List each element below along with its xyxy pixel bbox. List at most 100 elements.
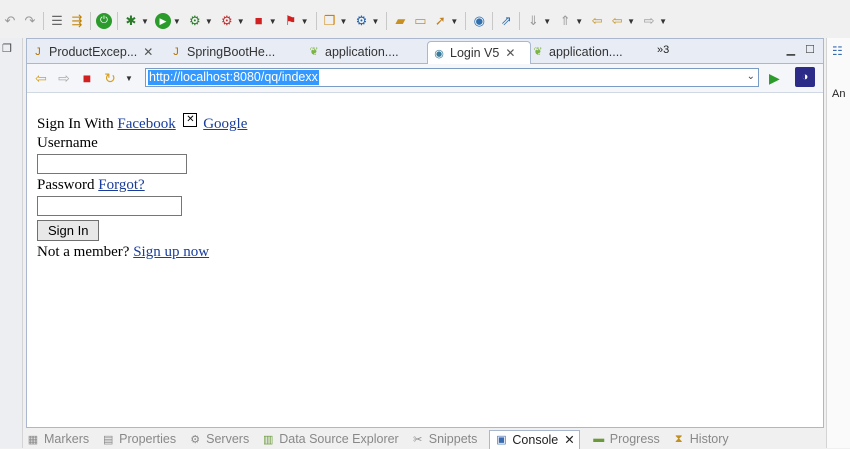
signin-button[interactable]: Sign In <box>37 220 100 241</box>
servers-icon: ⚙ <box>190 433 201 446</box>
google-link[interactable]: Google <box>203 116 247 132</box>
password-label: Password <box>37 177 95 193</box>
refresh-icon[interactable]: ↻ <box>102 70 118 86</box>
username-input[interactable] <box>37 154 187 174</box>
left-side-panel: ❐ <box>0 38 23 448</box>
login-page: Sign In With Facebook ✕ Google Username … <box>37 111 247 262</box>
close-icon[interactable]: ✕ <box>143 45 153 59</box>
tab-productexception[interactable]: J ProductExcep... ✕ <box>31 41 161 62</box>
stop-icon[interactable]: ■ <box>251 13 267 29</box>
tab-data-source-explorer[interactable]: ▥ Data Source Explorer <box>261 432 399 446</box>
restore-icon[interactable]: ❐ <box>2 42 12 55</box>
undo-icon[interactable]: ↶ <box>2 13 18 29</box>
new-project-icon[interactable]: ❒ <box>322 13 338 29</box>
folder-icon[interactable]: ▭ <box>412 13 428 29</box>
tab-history[interactable]: ⧗ History <box>672 432 729 446</box>
tab-login-v5[interactable]: ◉ Login V5 ✕ <box>427 41 531 65</box>
chevron-down-icon[interactable]: ▼ <box>543 17 551 26</box>
open-type-icon[interactable]: ⚙ <box>353 13 369 29</box>
tab-servers[interactable]: ⚙ Servers <box>188 432 249 446</box>
chevron-down-icon[interactable]: ▼ <box>125 74 133 83</box>
rocket-icon[interactable]: ➚ <box>432 13 448 29</box>
right-side-panel: ☷ An <box>826 38 850 448</box>
username-label: Username <box>37 135 98 151</box>
next-annotation-icon[interactable]: ⇓ <box>525 13 541 29</box>
eclipse-icon[interactable]: ◑ <box>795 67 815 87</box>
java-file-icon: J <box>35 45 41 58</box>
signup-link[interactable]: Sign up now <box>133 244 209 260</box>
forward-history-icon[interactable]: ⇨ <box>641 13 657 29</box>
chevron-down-icon[interactable]: ▼ <box>173 17 181 26</box>
stop-icon[interactable]: ■ <box>79 70 95 86</box>
signup-row: Not a member? Sign up now <box>37 243 247 262</box>
tab-properties[interactable]: ▤ Properties <box>101 432 176 446</box>
menu-icon[interactable]: ☰ <box>49 13 65 29</box>
tab-progress[interactable]: ▬ Progress <box>592 432 660 446</box>
tab-label: Login V5 <box>450 46 500 60</box>
chevron-down-icon[interactable]: ▼ <box>450 17 458 26</box>
leaf-icon: ❦ <box>533 46 543 58</box>
go-icon[interactable]: ▶ <box>769 70 780 87</box>
chevron-down-icon[interactable]: ⌄ <box>747 71 755 82</box>
globe-icon: ◉ <box>434 47 444 60</box>
datasource-icon: ▥ <box>263 433 274 446</box>
minimize-icon[interactable]: ▁ <box>787 43 795 56</box>
close-icon[interactable]: ✕ <box>505 46 515 60</box>
tab-label: Console <box>512 432 559 447</box>
save-all-icon[interactable]: ⇶ <box>69 13 85 29</box>
tab-label: application.... <box>325 44 399 59</box>
social-signin-row: Sign In With Facebook ✕ Google <box>37 113 247 134</box>
chevron-down-icon[interactable]: ▼ <box>141 17 149 26</box>
tab-overflow-button[interactable]: »3 <box>657 44 669 56</box>
chevron-down-icon[interactable]: ▼ <box>575 17 583 26</box>
stop-config-icon[interactable]: ⚙ <box>219 13 235 29</box>
maximize-icon[interactable]: ☐ <box>805 43 815 56</box>
chevron-down-icon[interactable]: ▼ <box>627 17 635 26</box>
chevron-down-icon[interactable]: ▼ <box>301 17 309 26</box>
toolbar-separator <box>519 12 521 30</box>
external-tools-icon[interactable]: ⇗ <box>498 13 514 29</box>
toolbar-separator <box>117 12 118 30</box>
tab-springboothelper[interactable]: J SpringBootHe... <box>169 41 299 62</box>
tab-label: application.... <box>549 44 623 59</box>
forgot-link[interactable]: Forgot? <box>98 177 144 193</box>
tab-console[interactable]: ▣ Console ✕ <box>489 429 580 449</box>
password-input[interactable] <box>37 196 182 216</box>
chevron-down-icon[interactable]: ▼ <box>269 17 277 26</box>
chevron-down-icon[interactable]: ▼ <box>237 17 245 26</box>
close-icon[interactable]: ✕ <box>564 432 574 447</box>
leaf-icon: ❦ <box>309 46 319 58</box>
not-member-label: Not a member? <box>37 244 130 260</box>
redo-icon[interactable]: ↷ <box>22 13 38 29</box>
toolbar-separator <box>43 12 44 30</box>
back-history-icon[interactable]: ⇦ <box>609 13 625 29</box>
last-edit-icon[interactable]: ⇦ <box>589 13 605 29</box>
outline-icon[interactable]: ☷ <box>832 44 843 58</box>
url-bar[interactable]: http://localhost:8080/qq/indexx ⌄ <box>145 68 759 87</box>
chevron-down-icon[interactable]: ▼ <box>340 17 348 26</box>
run-icon[interactable]: ▶ <box>154 13 171 29</box>
chevron-down-icon[interactable]: ▼ <box>659 17 667 26</box>
prev-annotation-icon[interactable]: ⇑ <box>557 13 573 29</box>
chevron-down-icon[interactable]: ▼ <box>205 17 213 26</box>
tab-label: SpringBootHe... <box>187 44 276 59</box>
run-config-icon[interactable]: ⚙ <box>187 13 203 29</box>
editor-tab-bar: J ProductExcep... ✕ J SpringBootHe... ❦ … <box>27 39 823 65</box>
chevron-down-icon[interactable]: ▼ <box>371 17 379 26</box>
back-icon[interactable]: ⇦ <box>33 70 49 86</box>
stop-server-icon[interactable]: ⚑ <box>283 13 299 29</box>
forward-icon[interactable]: ⇨ <box>56 70 72 86</box>
debug-icon[interactable]: ✱ <box>123 13 139 29</box>
browser-nav-bar: ⇦ ⇨ ■ ↻ ▼ http://localhost:8080/qq/index… <box>27 64 823 93</box>
tab-snippets[interactable]: ✂ Snippets <box>411 432 477 446</box>
facebook-link[interactable]: Facebook <box>117 116 175 132</box>
open-folder-icon[interactable]: ▰ <box>392 13 408 29</box>
snippets-icon: ✂ <box>413 433 423 446</box>
toolbar-separator <box>90 12 91 30</box>
tab-label: ProductExcep... <box>49 44 138 59</box>
globe-icon[interactable]: ◉ <box>471 13 487 29</box>
power-icon[interactable]: ⏻ <box>96 13 112 29</box>
tab-markers[interactable]: ▦ Markers <box>26 432 89 446</box>
tab-application-properties[interactable]: ❦ application.... <box>307 41 427 62</box>
tab-application-yml[interactable]: ❦ application.... <box>531 41 651 62</box>
